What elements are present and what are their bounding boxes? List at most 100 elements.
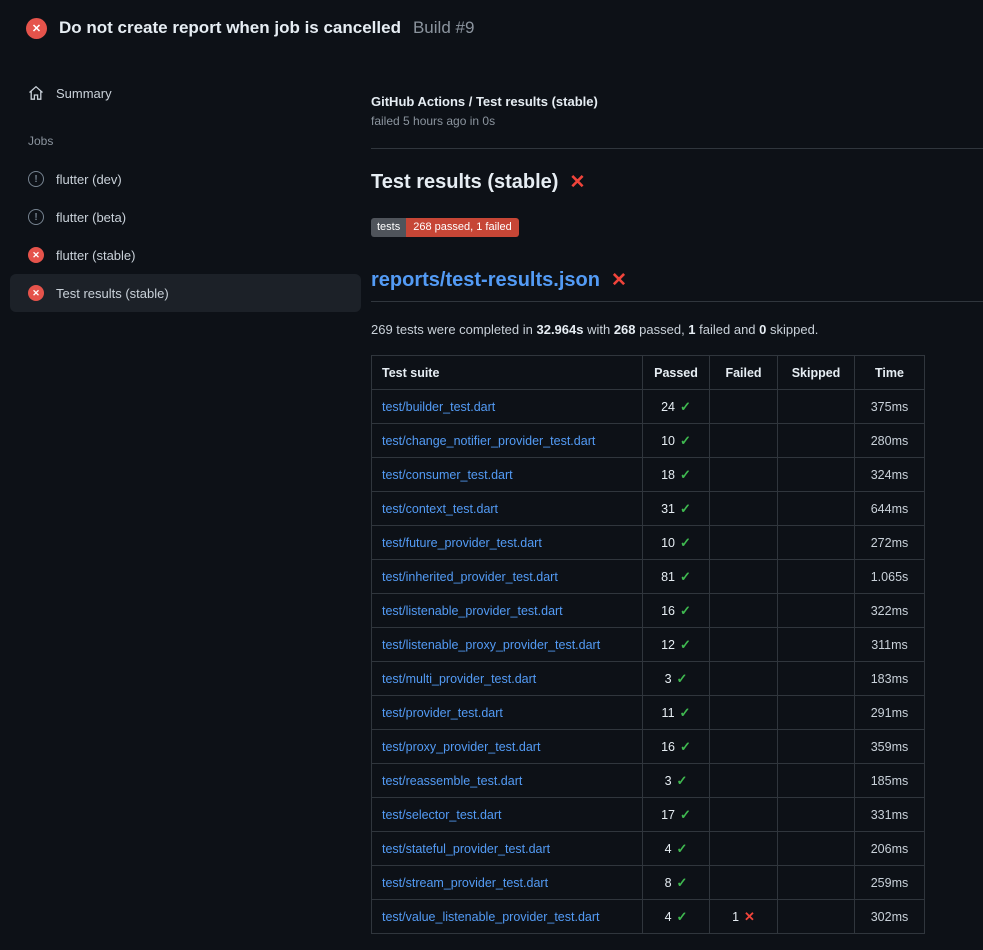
summary-passed-count: 268 <box>614 322 636 337</box>
section-heading: Test results (stable) ✕ <box>371 171 983 194</box>
test-suite-cell: test/listenable_provider_test.dart <box>372 594 643 628</box>
test-suite-link[interactable]: test/stream_provider_test.dart <box>382 876 548 890</box>
summary-part: 269 tests were completed in <box>371 322 536 337</box>
report-file-link[interactable]: reports/test-results.json <box>371 269 600 292</box>
sidebar-item-flutter-stable[interactable]: ✕flutter (stable) <box>10 236 361 274</box>
test-suite-link[interactable]: test/consumer_test.dart <box>382 468 513 482</box>
check-icon: ✓ <box>680 399 691 414</box>
time-cell: 291ms <box>855 696 925 730</box>
sidebar-item-label: flutter (dev) <box>56 172 122 187</box>
passed-cell: 3✓ <box>643 662 710 696</box>
check-icon: ✓ <box>677 909 688 924</box>
failed-cell <box>710 798 778 832</box>
passed-cell: 24✓ <box>643 390 710 424</box>
table-row: test/listenable_provider_test.dart16✓322… <box>372 594 925 628</box>
failed-cell <box>710 560 778 594</box>
main-content: GitHub Actions / Test results (stable) f… <box>371 56 983 934</box>
time-cell: 206ms <box>855 832 925 866</box>
test-suite-link[interactable]: test/stateful_provider_test.dart <box>382 842 550 856</box>
time-cell: 359ms <box>855 730 925 764</box>
test-suite-link[interactable]: test/future_provider_test.dart <box>382 536 542 550</box>
test-suite-cell: test/stateful_provider_test.dart <box>372 832 643 866</box>
time-cell: 185ms <box>855 764 925 798</box>
test-suite-link[interactable]: test/listenable_proxy_provider_test.dart <box>382 638 600 652</box>
failed-count: 1 <box>732 910 739 924</box>
time-cell: 272ms <box>855 526 925 560</box>
table-row: test/stream_provider_test.dart8✓259ms <box>372 866 925 900</box>
test-suite-link[interactable]: test/builder_test.dart <box>382 400 495 414</box>
passed-count: 11 <box>662 706 675 720</box>
x-circle-icon: ✕ <box>28 247 44 263</box>
check-icon: ✓ <box>680 637 691 652</box>
alert-circle-icon: ! <box>28 171 44 187</box>
test-suite-link[interactable]: test/listenable_provider_test.dart <box>382 604 563 618</box>
test-suite-link[interactable]: test/provider_test.dart <box>382 706 503 720</box>
cross-mark-icon: ✕ <box>569 173 585 192</box>
test-suite-link[interactable]: test/value_listenable_provider_test.dart <box>382 910 600 924</box>
table-row: test/provider_test.dart 11 ✓ 291ms <box>372 696 925 730</box>
table-row: test/proxy_provider_test.dart 16 ✓ 359ms <box>372 730 925 764</box>
failed-cell <box>710 390 778 424</box>
sidebar-item-summary[interactable]: Summary <box>10 76 361 110</box>
passed-count: 12 <box>661 638 675 652</box>
sidebar-item-flutter-dev[interactable]: ! flutter (dev) <box>10 160 361 198</box>
layout: Summary Jobs ! flutter (dev) !flutter (bet… <box>0 56 983 934</box>
home-icon <box>28 85 44 101</box>
passed-cell: 12 ✓ <box>643 628 710 662</box>
passed-count: 18 <box>661 468 675 482</box>
table-row: test/change_notifier_provider_test.dart 1… <box>372 424 925 458</box>
skipped-cell <box>778 730 855 764</box>
table-row: test/context_test.dart31✓644ms <box>372 492 925 526</box>
sidebar-item-test-results-stable[interactable]: ✕Test results (stable) <box>10 274 361 312</box>
passed-cell: 18✓ <box>643 458 710 492</box>
check-icon: ✓ <box>680 705 691 720</box>
skipped-cell <box>778 560 855 594</box>
passed-count: 10 <box>661 536 675 550</box>
passed-count: 4 <box>665 910 672 924</box>
sidebar: Summary Jobs ! flutter (dev) !flutter (bet… <box>0 56 371 312</box>
failed-cell <box>710 730 778 764</box>
page-title: Do not create report when job is cancell… <box>59 18 401 38</box>
passed-count: 16 <box>661 604 675 618</box>
skipped-cell <box>778 900 855 934</box>
test-suite-cell: test/multi_provider_test.dart <box>372 662 643 696</box>
passed-count: 17 <box>661 808 675 822</box>
test-suite-link[interactable]: test/selector_test.dart <box>382 808 502 822</box>
summary-part: skipped. <box>766 322 818 337</box>
failed-cell <box>710 696 778 730</box>
sidebar-item-flutter-beta[interactable]: !flutter (beta) <box>10 198 361 236</box>
failed-cell <box>710 492 778 526</box>
passed-cell: 10✓ <box>643 424 710 458</box>
table-row: test/inherited_provider_test.dart81✓1.06… <box>372 560 925 594</box>
results-table-body: test/builder_test.dart24✓375mstest/chang… <box>372 390 925 934</box>
jobs-section-label: Jobs <box>0 110 371 160</box>
summary-duration: 32.964s <box>536 322 583 337</box>
passed-count: 4 <box>665 842 672 856</box>
test-suite-link[interactable]: test/proxy_provider_test.dart <box>382 740 540 754</box>
table-row: test/reassemble_test.dart3✓185ms <box>372 764 925 798</box>
time-cell: 322ms <box>855 594 925 628</box>
failed-cell <box>710 628 778 662</box>
table-row: test/builder_test.dart24✓375ms <box>372 390 925 424</box>
failed-cell <box>710 424 778 458</box>
x-circle-icon: ✕ <box>26 18 47 39</box>
passed-count: 16 <box>661 740 675 754</box>
col-header-skipped: Skipped <box>778 356 855 390</box>
summary-part: failed and <box>696 322 760 337</box>
test-suite-link[interactable]: test/change_notifier_provider_test.dart <box>382 434 595 448</box>
passed-count: 81 <box>661 570 675 584</box>
test-suite-link[interactable]: test/multi_provider_test.dart <box>382 672 536 686</box>
skipped-cell <box>778 696 855 730</box>
test-suite-link[interactable]: test/context_test.dart <box>382 502 498 516</box>
report-heading: reports/test-results.json ✕ <box>371 269 983 302</box>
summary-part: with <box>583 322 613 337</box>
passed-cell: 81✓ <box>643 560 710 594</box>
check-icon: ✓ <box>680 739 691 754</box>
skipped-cell <box>778 390 855 424</box>
failed-cell <box>710 662 778 696</box>
test-suite-link[interactable]: test/reassemble_test.dart <box>382 774 522 788</box>
test-suite-link[interactable]: test/inherited_provider_test.dart <box>382 570 558 584</box>
badge-value: 268 passed, 1 failed <box>406 218 518 237</box>
check-icon: ✓ <box>680 535 691 550</box>
sidebar-item-label: flutter (beta) <box>56 210 126 225</box>
